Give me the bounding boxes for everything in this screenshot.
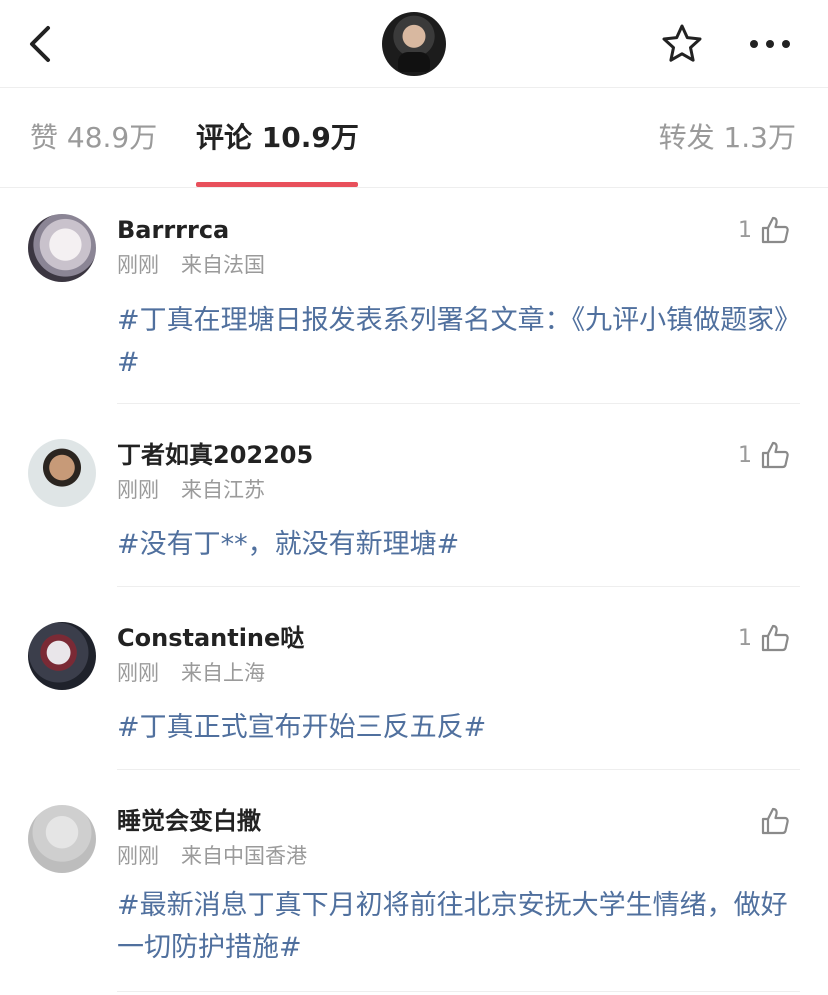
thumbs-up-icon	[761, 807, 789, 835]
tab-likes[interactable]: 赞 48.9万	[30, 118, 157, 158]
like-count: 1	[738, 625, 752, 651]
comment-time: 刚刚	[117, 253, 159, 277]
more-options-button[interactable]	[748, 30, 792, 58]
comment-meta: 刚刚 来自法国	[117, 250, 265, 280]
more-dots-icon	[750, 40, 790, 48]
comment-item: 睡觉会变白撒 刚刚 来自中国香港 #最新消息丁真下月初将前往北京安抚大学生情绪，做…	[0, 770, 828, 992]
comment-location: 来自中国香港	[181, 844, 307, 868]
author-avatar[interactable]	[382, 12, 446, 76]
interaction-tabs: 赞 48.9万 评论 10.9万 转发 1.3万	[0, 88, 828, 188]
avatar[interactable]	[28, 805, 96, 873]
like-button[interactable]	[752, 805, 790, 837]
comment-location: 来自上海	[181, 661, 265, 685]
comment-location: 来自法国	[181, 253, 265, 277]
comment-text[interactable]: #丁真在理塘日报发表系列署名文章：《九评小镇做题家》#	[117, 300, 797, 384]
comment-time: 刚刚	[117, 844, 159, 868]
comment-time: 刚刚	[117, 661, 159, 685]
avatar[interactable]	[28, 439, 96, 507]
thumbs-up-icon	[761, 624, 789, 652]
thumbs-up-icon	[761, 441, 789, 469]
comment-time: 刚刚	[117, 478, 159, 502]
comment-meta: 刚刚 来自江苏	[117, 475, 265, 505]
comment-list: Barrrrca 刚刚 来自法国 #丁真在理塘日报发表系列署名文章：《九评小镇做题…	[0, 188, 828, 992]
comment-divider	[117, 991, 800, 992]
active-tab-indicator	[196, 182, 358, 187]
avatar[interactable]	[28, 214, 96, 282]
top-navigation-bar	[0, 0, 828, 88]
comment-username[interactable]: Barrrrca	[117, 214, 229, 246]
star-icon	[662, 24, 702, 62]
like-button[interactable]: 1	[738, 214, 790, 246]
like-count: 1	[738, 217, 752, 243]
comment-text[interactable]: #丁真正式宣布开始三反五反#	[117, 707, 797, 749]
avatar[interactable]	[28, 622, 96, 690]
comment-text[interactable]: #没有丁**，就没有新理塘#	[117, 524, 797, 566]
comment-username[interactable]: 丁者如真202205	[117, 439, 313, 471]
favorite-button[interactable]	[660, 22, 704, 66]
back-chevron-icon	[30, 26, 50, 62]
like-count: 1	[738, 442, 752, 468]
back-button[interactable]	[22, 22, 62, 66]
tab-comments[interactable]: 评论 10.9万	[196, 118, 359, 158]
comment-item: Barrrrca 刚刚 来自法国 #丁真在理塘日报发表系列署名文章：《九评小镇做题…	[0, 188, 828, 404]
like-button[interactable]: 1	[738, 622, 790, 654]
comment-item: 丁者如真202205 刚刚 来自江苏 #没有丁**，就没有新理塘# 1	[0, 404, 828, 587]
comment-username[interactable]: Constantine哒	[117, 622, 304, 654]
comment-item: Constantine哒 刚刚 来自上海 #丁真正式宣布开始三反五反# 1	[0, 587, 828, 770]
comment-username[interactable]: 睡觉会变白撒	[117, 805, 261, 837]
comment-meta: 刚刚 来自中国香港	[117, 841, 307, 871]
thumbs-up-icon	[761, 216, 789, 244]
tab-reposts[interactable]: 转发 1.3万	[659, 118, 796, 158]
like-button[interactable]: 1	[738, 439, 790, 471]
comment-location: 来自江苏	[181, 478, 265, 502]
comment-meta: 刚刚 来自上海	[117, 658, 265, 688]
comment-text[interactable]: #最新消息丁真下月初将前往北京安抚大学生情绪，做好一切防护措施#	[117, 885, 797, 969]
